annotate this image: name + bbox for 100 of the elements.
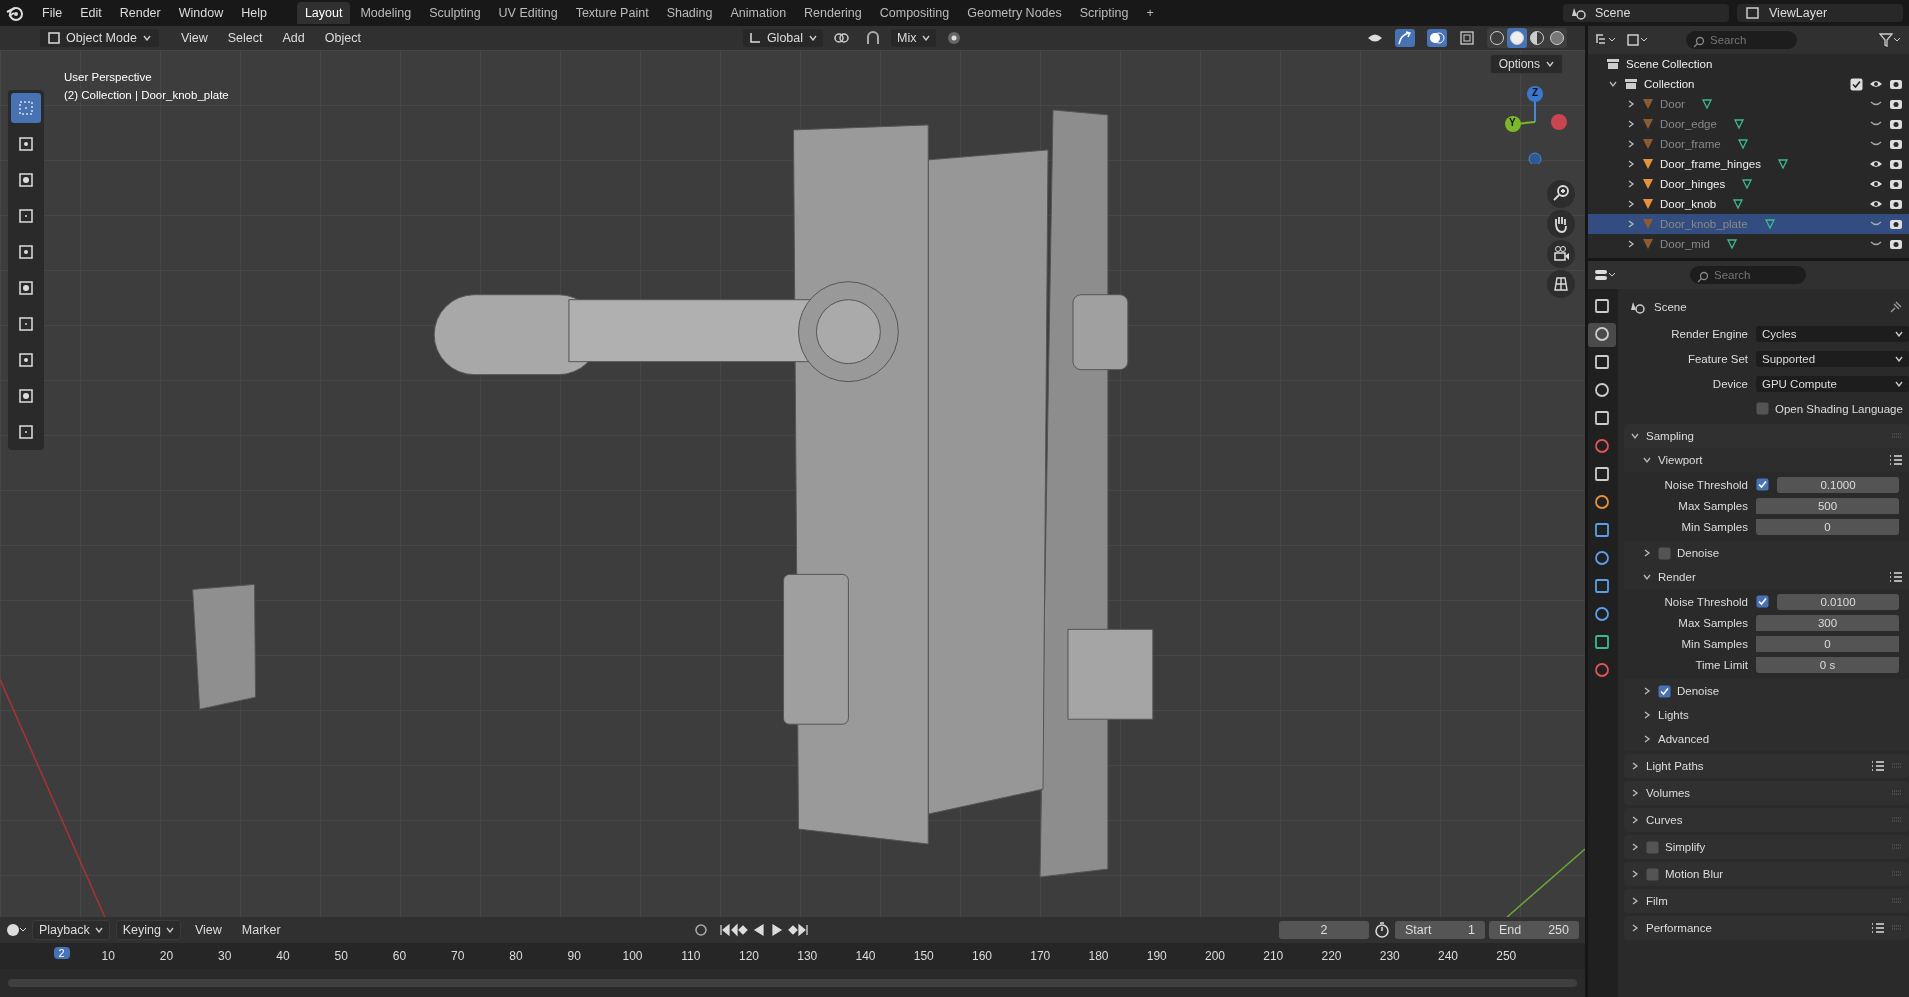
- camera-icon[interactable]: [1889, 98, 1903, 110]
- collection-label[interactable]: Collection: [1644, 78, 1844, 90]
- subpanel-header[interactable]: Denoise: [1677, 685, 1903, 697]
- checkbox[interactable]: [1646, 840, 1659, 854]
- presets-list-icon[interactable]: [1871, 922, 1885, 934]
- menu-item[interactable]: View: [186, 920, 230, 940]
- workspace-tab[interactable]: Geometry Nodes: [959, 2, 1070, 24]
- stopwatch-icon[interactable]: [1373, 921, 1391, 939]
- presets-list-icon[interactable]: [1871, 760, 1885, 772]
- menu-item[interactable]: Render: [111, 3, 169, 23]
- list-icon[interactable]: [1594, 33, 1618, 47]
- checkbox[interactable]: [1756, 402, 1769, 415]
- scene-selector[interactable]: Scene: [1563, 4, 1729, 22]
- playhead-marker[interactable]: 2: [53, 947, 70, 959]
- blender-logo-icon[interactable]: [6, 5, 24, 21]
- camera-icon[interactable]: [1889, 238, 1903, 250]
- checkbox[interactable]: [1756, 595, 1769, 608]
- scene-collection-label[interactable]: Scene Collection: [1626, 58, 1713, 70]
- menu-item[interactable]: Marker: [233, 920, 289, 940]
- proportional-edit-icon[interactable]: [946, 30, 963, 46]
- menu-item[interactable]: View: [172, 28, 216, 48]
- rendered-shading-icon[interactable]: [1547, 28, 1567, 48]
- small-plate-drawing[interactable]: [192, 583, 256, 710]
- eye-icon[interactable]: [1869, 178, 1883, 190]
- dropdown-field[interactable]: Cycles: [1756, 325, 1909, 342]
- workspace-tab[interactable]: Modeling: [352, 2, 420, 24]
- workspace-tab[interactable]: Scripting: [1071, 2, 1137, 24]
- outliner-row[interactable]: Door_edge: [1588, 114, 1909, 134]
- workspace-tab[interactable]: +: [1138, 2, 1162, 24]
- chevron-right-icon[interactable]: [1630, 923, 1640, 933]
- workspace-tab[interactable]: Sculpting: [421, 2, 489, 24]
- chevron-right-icon[interactable]: [1630, 896, 1640, 906]
- chevron-down-icon[interactable]: [1642, 455, 1652, 465]
- snap-target-dropdown[interactable]: Mix: [891, 29, 937, 47]
- drag-grip-icon[interactable]: [1891, 763, 1903, 769]
- menu-item[interactable]: File: [34, 3, 71, 23]
- drag-grip-icon[interactable]: [1891, 925, 1903, 931]
- chevron-right-icon[interactable]: [1630, 815, 1640, 825]
- workspace-tab[interactable]: Rendering: [796, 2, 870, 24]
- drag-grip-icon[interactable]: [1891, 790, 1903, 796]
- eye-icon[interactable]: [1869, 198, 1883, 210]
- menu-item[interactable]: Window: [170, 3, 232, 23]
- dropdown-field[interactable]: GPU Compute: [1756, 375, 1909, 392]
- checkbox[interactable]: [1658, 546, 1671, 560]
- number-field[interactable]: 0 s: [1756, 656, 1899, 673]
- chevron-right-icon[interactable]: [1642, 548, 1652, 558]
- eye-icon[interactable]: [1869, 158, 1883, 170]
- subpanel-header[interactable]: Viewport: [1658, 454, 1883, 466]
- camera-icon[interactable]: [1889, 138, 1903, 150]
- menu-dropdown[interactable]: Keying: [115, 920, 181, 940]
- menu-item[interactable]: Object: [316, 28, 369, 48]
- number-field[interactable]: 500: [1756, 497, 1899, 514]
- outliner-row[interactable]: Door_mid: [1588, 234, 1909, 254]
- 3d-viewport[interactable]: User Perspective (2) Collection | Door_knob_plate Options Z Y: [0, 50, 1585, 917]
- magnet-icon[interactable]: [865, 30, 882, 46]
- subpanel-header[interactable]: Advanced: [1658, 733, 1903, 745]
- checkbox[interactable]: [1658, 684, 1671, 698]
- panel-header[interactable]: Sampling: [1646, 430, 1885, 442]
- drag-grip-icon[interactable]: [1891, 898, 1903, 904]
- number-field[interactable]: 0: [1756, 635, 1899, 652]
- outliner-row[interactable]: Door_knob: [1588, 194, 1909, 214]
- menu-item[interactable]: Edit: [72, 3, 110, 23]
- start-frame-field[interactable]: Start 1: [1395, 921, 1485, 939]
- camera-icon[interactable]: [1889, 178, 1903, 190]
- xray-icon[interactable]: [1459, 30, 1475, 46]
- chevron-right-icon[interactable]: [1642, 710, 1652, 720]
- mode-dropdown[interactable]: Object Mode: [40, 29, 159, 47]
- number-field[interactable]: 0.1000: [1777, 476, 1899, 493]
- checkbox[interactable]: [1756, 478, 1769, 491]
- workspace-tab[interactable]: Animation: [722, 2, 795, 24]
- outliner-row[interactable]: Door_hinges: [1588, 174, 1909, 194]
- camera-icon[interactable]: [1889, 158, 1903, 170]
- drag-grip-icon[interactable]: [1891, 817, 1903, 823]
- menu-item[interactable]: Select: [219, 28, 271, 48]
- drag-grip-icon[interactable]: [1891, 871, 1903, 877]
- presets-list-icon[interactable]: [1889, 454, 1903, 466]
- number-field[interactable]: 0.0100: [1777, 593, 1899, 610]
- workspace-tab[interactable]: Shading: [658, 2, 721, 24]
- menu-dropdown[interactable]: Playback: [32, 920, 110, 940]
- eye-icon[interactable]: [1869, 78, 1883, 90]
- solid-shading-icon[interactable]: [1507, 28, 1527, 48]
- current-frame-field[interactable]: 2: [1279, 921, 1369, 939]
- dropdown-field[interactable]: Supported: [1756, 350, 1909, 367]
- drag-grip-icon[interactable]: [1891, 433, 1903, 439]
- editor-type-icon[interactable]: [1594, 268, 1618, 282]
- outliner-row[interactable]: Door_frame: [1588, 134, 1909, 154]
- gizmo-toggle-icon[interactable]: [1395, 29, 1415, 47]
- chevron-right-icon[interactable]: [1642, 686, 1652, 696]
- presets-list-icon[interactable]: [1889, 571, 1903, 583]
- menu-item[interactable]: Add: [274, 28, 313, 48]
- camera-icon[interactable]: [1889, 198, 1903, 210]
- number-field[interactable]: 0: [1756, 518, 1899, 535]
- subpanel-header[interactable]: Lights: [1658, 709, 1903, 721]
- select-tool-icon[interactable]: [11, 93, 41, 123]
- chevron-right-icon[interactable]: [1630, 788, 1640, 798]
- drag-grip-icon[interactable]: [1891, 844, 1903, 850]
- record-icon[interactable]: [692, 922, 709, 938]
- options-dropdown[interactable]: Options: [1489, 54, 1563, 74]
- camera-icon[interactable]: [1547, 240, 1575, 268]
- chevron-right-icon[interactable]: [1630, 869, 1640, 879]
